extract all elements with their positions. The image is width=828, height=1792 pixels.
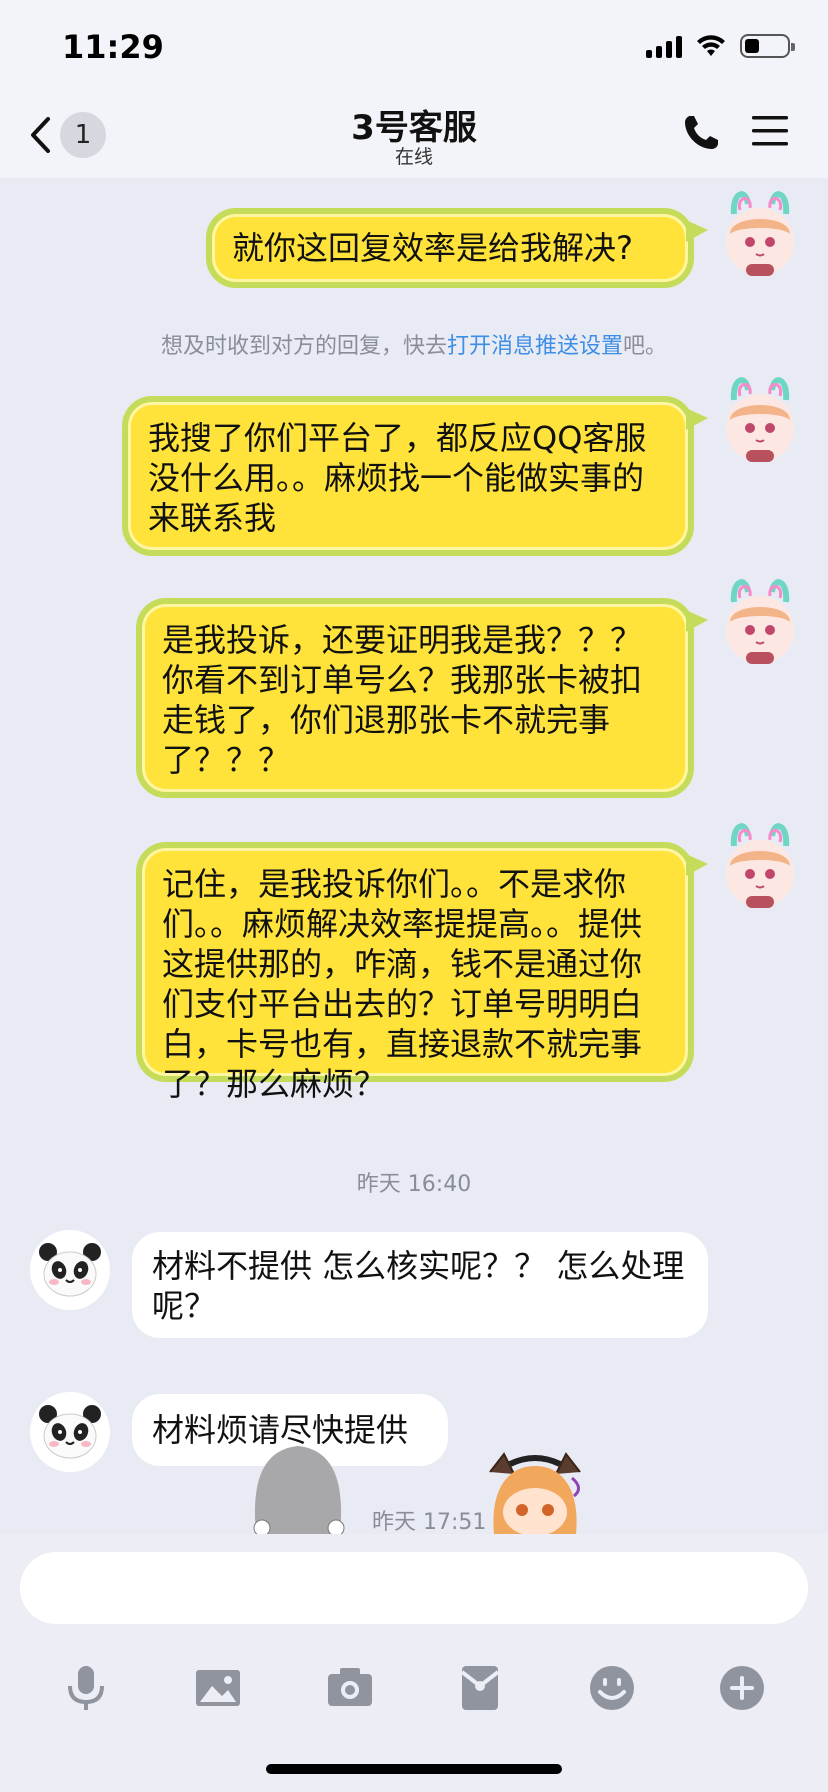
anime-avatar-icon <box>726 579 794 664</box>
image-icon[interactable] <box>192 1662 244 1714</box>
status-icons <box>646 34 795 58</box>
push-notice: 想及时收到对方的回复，快去打开消息推送设置吧。 <box>0 328 828 360</box>
message-text: 是我投诉，还要证明我是我？？？你看不到订单号么？我那张卡被扣走钱了，你们退那张卡… <box>162 621 643 779</box>
my-avatar[interactable] <box>712 370 808 466</box>
my-message-bubble[interactable]: 是我投诉，还要证明我是我？？？你看不到订单号么？我那张卡被扣走钱了，你们退那张卡… <box>136 598 708 798</box>
message-input[interactable] <box>20 1552 808 1624</box>
message-list[interactable]: 就你这回复效率是给我解决? 想及时收到对方的回复，快去打开消息推送设置吧。 我搜… <box>0 178 828 1534</box>
input-bar <box>0 1534 828 1792</box>
chat-header: 1 3号客服 在线 <box>0 100 828 178</box>
agent-message-bubble[interactable]: 材料不提供 怎么核实呢？？ 怎么处理呢？ <box>132 1232 708 1338</box>
message-text: 就你这回复效率是给我解决? <box>232 229 633 267</box>
push-notice-suffix: 吧。 <box>623 334 668 359</box>
emoji-icon[interactable] <box>586 1662 638 1714</box>
cellular-signal-icon <box>646 34 682 58</box>
battery-icon <box>740 34 795 58</box>
panda-icon <box>30 1230 110 1310</box>
cat-girl-sticker-icon <box>489 1452 581 1534</box>
menu-icon[interactable] <box>752 114 788 148</box>
microphone-icon[interactable] <box>60 1662 112 1714</box>
plus-icon[interactable] <box>716 1662 768 1714</box>
status-bar: 11:29 <box>0 0 828 100</box>
anime-avatar-icon <box>726 823 794 908</box>
gray-character-sticker-icon <box>253 1446 345 1534</box>
push-notice-text: 想及时收到对方的回复，快去 <box>160 334 447 359</box>
my-avatar[interactable] <box>712 184 808 280</box>
anime-avatar-icon <box>726 191 794 276</box>
my-message-bubble[interactable]: 我搜了你们平台了，都反应QQ客服没什么用。。麻烦找一个能做实事的来联系我 <box>122 396 708 556</box>
panda-icon <box>30 1392 110 1472</box>
anime-avatar-icon <box>726 377 794 462</box>
push-settings-link[interactable]: 打开消息推送设置 <box>447 334 623 359</box>
my-message-bubble[interactable]: 就你这回复效率是给我解决? <box>206 208 708 288</box>
home-indicator <box>266 1764 562 1774</box>
phone-icon[interactable] <box>682 112 722 152</box>
agent-avatar[interactable] <box>30 1392 110 1472</box>
message-text: 材料不提供 怎么核实呢？？ 怎么处理呢？ <box>152 1247 685 1325</box>
clock: 11:29 <box>62 28 164 66</box>
red-packet-icon[interactable] <box>454 1662 506 1714</box>
my-message-bubble[interactable]: 记住，是我投诉你们。。不是求你们。。麻烦解决效率提提高。。提供这提供那的，咋滴，… <box>136 842 708 1103</box>
input-toolbar <box>0 1662 828 1722</box>
timestamp: 昨天 17:51 <box>372 1510 487 1534</box>
agent-avatar[interactable] <box>30 1230 110 1310</box>
my-avatar[interactable] <box>712 572 808 668</box>
wifi-icon <box>697 35 725 56</box>
timestamp: 昨天 16:40 <box>356 1172 472 1197</box>
camera-icon[interactable] <box>324 1662 376 1714</box>
message-text: 记住，是我投诉你们。。不是求你们。。麻烦解决效率提提高。。提供这提供那的，咋滴，… <box>162 865 643 1103</box>
message-text: 我搜了你们平台了，都反应QQ客服没什么用。。麻烦找一个能做实事的来联系我 <box>148 419 647 537</box>
my-avatar[interactable] <box>712 816 808 912</box>
